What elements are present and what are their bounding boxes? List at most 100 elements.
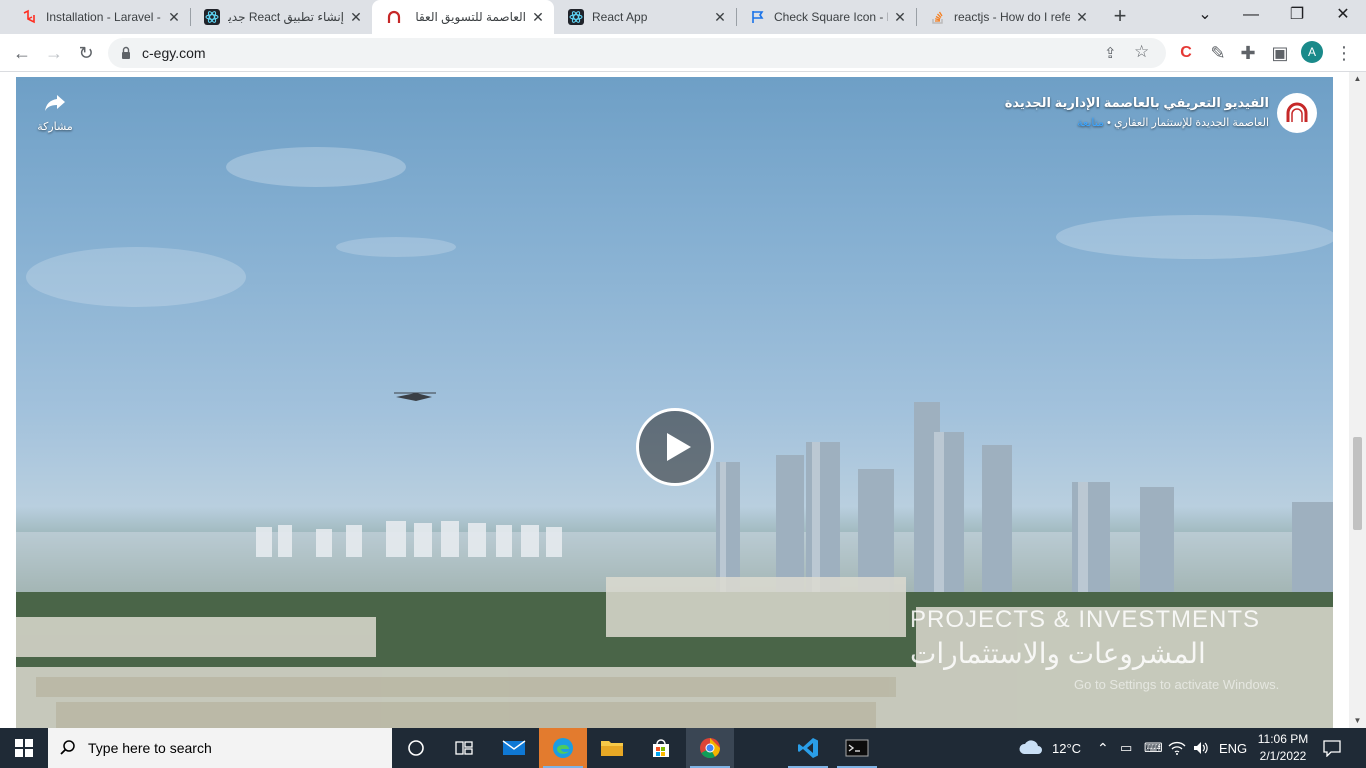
laravel-icon	[22, 9, 38, 25]
chevron-up-icon: ⌃	[1097, 739, 1109, 756]
tab-title: العاصمة للتسويق العقا	[415, 10, 526, 24]
url-text: c-egy.com	[142, 45, 206, 61]
overlay-caption-ar: المشروعات والاستثمارات	[910, 638, 1206, 669]
close-icon[interactable]: ✕	[712, 9, 728, 25]
close-icon[interactable]: ✕	[530, 9, 546, 25]
tab-search-button[interactable]: ⌄	[1182, 0, 1228, 34]
tab-check-square[interactable]: Check Square Icon - R ✕	[736, 0, 916, 34]
mail-app[interactable]	[490, 728, 538, 768]
show-hidden-icons-button[interactable]: ⌃	[1097, 728, 1109, 768]
tab-capital-active[interactable]: العاصمة للتسويق العقا ✕	[372, 0, 554, 34]
clock-date: 2/1/2022	[1259, 749, 1307, 763]
tab-title: Check Square Icon - R	[774, 10, 888, 24]
network-button[interactable]	[1168, 728, 1186, 768]
video-player[interactable]: الفيديو التعريفي بالعاصمة الإدارية الجدي…	[16, 77, 1333, 728]
clock[interactable]: 11:06 PM 2/1/2022	[1250, 731, 1316, 765]
restore-button[interactable]: ❐	[1274, 0, 1320, 34]
scroll-up-arrow-icon[interactable]: ▲	[1349, 72, 1366, 86]
share-icon[interactable]: ⇪	[1104, 44, 1122, 62]
volume-button[interactable]	[1192, 728, 1210, 768]
share-label: مشاركة	[37, 121, 73, 133]
minimize-button[interactable]: —	[1228, 0, 1274, 34]
cortana-button[interactable]	[392, 728, 440, 768]
notification-center-button[interactable]	[1322, 728, 1342, 768]
close-icon[interactable]: ✕	[892, 9, 908, 25]
activate-windows-watermark: Go to Settings to activate Windows.	[1074, 677, 1280, 692]
extension-c-icon: C	[1180, 44, 1192, 61]
edge-app[interactable]	[539, 728, 587, 768]
notification-icon	[1323, 740, 1341, 757]
lock-icon	[118, 45, 134, 61]
mail-icon	[502, 740, 526, 755]
dot-separator: •	[1103, 117, 1111, 129]
tab-react-app[interactable]: React App ✕	[554, 0, 736, 34]
language-label: ENG	[1219, 740, 1248, 756]
profile-avatar[interactable]: A	[1301, 41, 1323, 63]
share-arrow-icon	[45, 95, 65, 111]
tray-icon-ime[interactable]: ⌨	[1144, 728, 1163, 768]
store-app[interactable]	[637, 728, 685, 768]
tab-laravel[interactable]: Installation - Laravel - ✕	[8, 0, 190, 34]
tab-title: إنشاء تطبيق React جديد	[228, 10, 344, 24]
scroll-down-arrow-icon[interactable]: ▼	[1349, 714, 1366, 728]
taskbar-search[interactable]: Type here to search	[48, 728, 392, 768]
tab-react-new[interactable]: إنشاء تطبيق React جديد ✕	[190, 0, 372, 34]
weather-widget[interactable]: 12°C	[1018, 728, 1081, 768]
channel-logo[interactable]	[1277, 93, 1317, 133]
close-window-button[interactable]: ✕	[1320, 0, 1366, 34]
page-viewport: الفيديو التعريفي بالعاصمة الإدارية الجدي…	[0, 72, 1366, 728]
extension-c-button[interactable]: C	[1172, 39, 1200, 67]
cloud-icon	[1019, 740, 1042, 754]
video-title[interactable]: الفيديو التعريفي بالعاصمة الإدارية الجدي…	[1005, 95, 1269, 111]
react-icon	[568, 9, 584, 25]
extensions-button[interactable]: ✚	[1234, 39, 1262, 67]
new-tab-button[interactable]: +	[1108, 5, 1132, 29]
terminal-app[interactable]	[833, 728, 881, 768]
camera-icon: ▭	[1120, 740, 1133, 755]
puzzle-icon: ✚	[1240, 42, 1256, 63]
store-icon	[653, 739, 669, 757]
capital-logo-icon	[1286, 102, 1308, 122]
arrow-left-icon: ←	[13, 42, 31, 63]
tab-stackoverflow[interactable]: reactjs - How do I refe ✕	[916, 0, 1098, 34]
play-button[interactable]	[636, 408, 714, 486]
share-button[interactable]: مشاركة	[36, 93, 74, 133]
weather-temp: 12°C	[1052, 740, 1082, 756]
close-icon: ✕	[1336, 6, 1350, 23]
vscode-app[interactable]	[784, 728, 832, 768]
search-placeholder: Type here to search	[88, 740, 212, 756]
more-vert-icon: ⋮	[1335, 42, 1353, 63]
folder-icon	[601, 741, 623, 756]
bookmark-star-icon[interactable]: ☆	[1134, 43, 1152, 61]
menu-button[interactable]: ⋮	[1330, 39, 1358, 67]
address-bar[interactable]: c-egy.com ⇪ ☆	[108, 38, 1166, 68]
chrome-app[interactable]	[686, 728, 734, 768]
start-button[interactable]	[0, 728, 48, 768]
keyboard-icon: ⌨	[1144, 740, 1163, 755]
follow-link[interactable]: متابعة	[1077, 117, 1104, 129]
close-icon[interactable]: ✕	[1074, 9, 1090, 25]
task-view-button[interactable]	[440, 728, 488, 768]
input-language-button[interactable]: ENG	[1219, 728, 1247, 768]
react-icon	[204, 9, 220, 25]
tray-icon-meet[interactable]: ▭	[1120, 728, 1132, 768]
file-explorer-app[interactable]	[588, 728, 636, 768]
arrow-right-icon: →	[45, 42, 63, 63]
reload-button[interactable]: ↻	[72, 39, 100, 67]
channel-name[interactable]: العاصمة الجديدة للإستثمار العقاري	[1114, 117, 1269, 129]
side-panel-button[interactable]: ▣	[1266, 39, 1294, 67]
extension-eyedropper-button[interactable]: ✎	[1204, 39, 1232, 67]
close-icon[interactable]: ✕	[348, 9, 364, 25]
channel-line: العاصمة الجديدة للإستثمار العقاري • متاب…	[1077, 116, 1269, 129]
scrollbar-thumb[interactable]	[1353, 437, 1362, 530]
restore-icon: ❐	[1289, 6, 1305, 23]
back-button[interactable]: ←	[8, 39, 36, 67]
side-panel-icon: ▣	[1271, 42, 1289, 63]
search-icon	[48, 739, 88, 757]
forward-button[interactable]: →	[40, 39, 68, 67]
close-icon[interactable]: ✕	[166, 9, 182, 25]
page-scrollbar[interactable]: ▲ ▼	[1349, 72, 1366, 728]
vscode-icon	[798, 738, 818, 758]
edge-icon	[553, 738, 573, 758]
terminal-icon	[845, 739, 869, 757]
